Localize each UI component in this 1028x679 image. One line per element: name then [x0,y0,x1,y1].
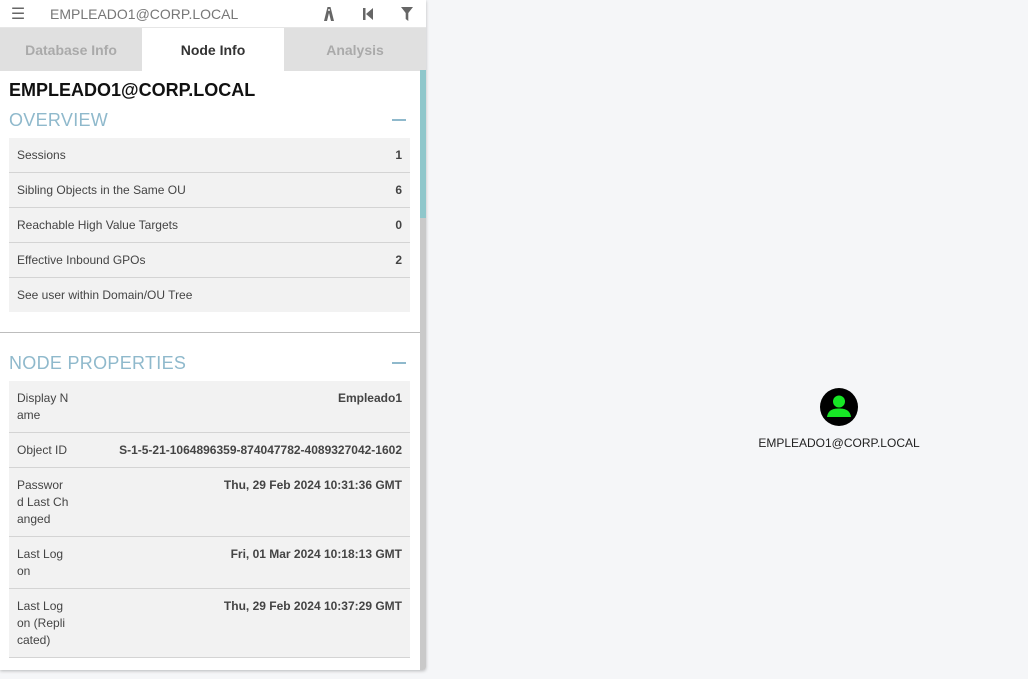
table-row[interactable]: Effective Inbound GPOs 2 [9,243,410,278]
node-title: EMPLEADO1@CORP.LOCAL [9,80,256,100]
properties-table: Display Name Empleado1 Object ID S-1-5-2… [9,381,410,658]
tab-database-info[interactable]: Database Info [0,28,142,71]
collapse-icon[interactable] [392,362,406,364]
hamburger-icon[interactable]: ☰ [0,4,36,24]
node-properties-header[interactable]: NODE PROPERTIES [0,351,420,375]
tab-analysis[interactable]: Analysis [284,28,426,71]
tab-node-info[interactable]: Node Info [142,28,284,71]
property-label: Password Last Changed [17,478,69,526]
table-row: Password Last Changed Thu, 29 Feb 2024 1… [9,468,410,537]
collapse-icon[interactable] [392,119,406,121]
search-input[interactable] [36,5,300,22]
row-value: 2 [395,253,402,267]
back-icon[interactable] [348,0,387,27]
node-properties-title: NODE PROPERTIES [9,352,187,373]
table-row: Last Logon (Replicated) Thu, 29 Feb 2024… [9,589,410,658]
filter-icon[interactable] [387,0,426,27]
node-info-content: EMPLEADO1@CORP.LOCAL OVERVIEW Sessions 1… [0,70,420,670]
scrollbar-thumb[interactable] [420,70,426,218]
property-label: Object ID [17,443,68,457]
link-label: See user within Domain/OU Tree [17,288,193,302]
sidebar-panel: ☰ Database Info Node Info Analysis EMPLE… [0,0,426,670]
user-icon [820,388,858,426]
property-value: Thu, 29 Feb 2024 10:37:29 GMT [223,599,402,613]
table-row: Last Logon Fri, 01 Mar 2024 10:18:13 GMT [9,537,410,589]
row-value: 1 [395,148,402,162]
property-label: Last Logon (Replicated) [17,599,66,647]
graph-node-user[interactable]: EMPLEADO1@CORP.LOCAL [739,387,939,450]
overview-header[interactable]: OVERVIEW [0,108,420,132]
property-value: S-1-5-21-1064896359-874047782-4089327042… [119,443,402,457]
overview-table: Sessions 1 Sibling Objects in the Same O… [9,138,410,312]
overview-title: OVERVIEW [9,109,109,130]
pathfinding-icon[interactable] [309,0,348,27]
table-row[interactable]: Reachable High Value Targets 0 [9,208,410,243]
row-label: Sibling Objects in the Same OU [17,183,186,197]
row-label: Sessions [17,148,66,162]
table-row[interactable]: Sessions 1 [9,138,410,173]
row-value: 0 [395,218,402,232]
search-bar: ☰ [0,0,426,28]
row-value: 6 [395,183,402,197]
row-label: Reachable High Value Targets [17,218,178,232]
property-value: Empleado1 [337,391,402,405]
table-row: Display Name Empleado1 [9,381,410,433]
graph-node-label: EMPLEADO1@CORP.LOCAL [758,436,920,450]
property-value: Fri, 01 Mar 2024 10:18:13 GMT [230,547,402,561]
scrollbar[interactable] [420,70,426,670]
property-label: Display Name [17,391,69,422]
domain-tree-link[interactable]: See user within Domain/OU Tree [9,278,410,312]
tab-bar: Database Info Node Info Analysis [0,28,426,71]
row-label: Effective Inbound GPOs [17,253,146,267]
property-value: Thu, 29 Feb 2024 10:31:36 GMT [223,478,402,492]
table-row: Object ID S-1-5-21-1064896359-874047782-… [9,433,410,468]
property-label: Last Logon [17,547,64,578]
table-row[interactable]: Sibling Objects in the Same OU 6 [9,173,410,208]
